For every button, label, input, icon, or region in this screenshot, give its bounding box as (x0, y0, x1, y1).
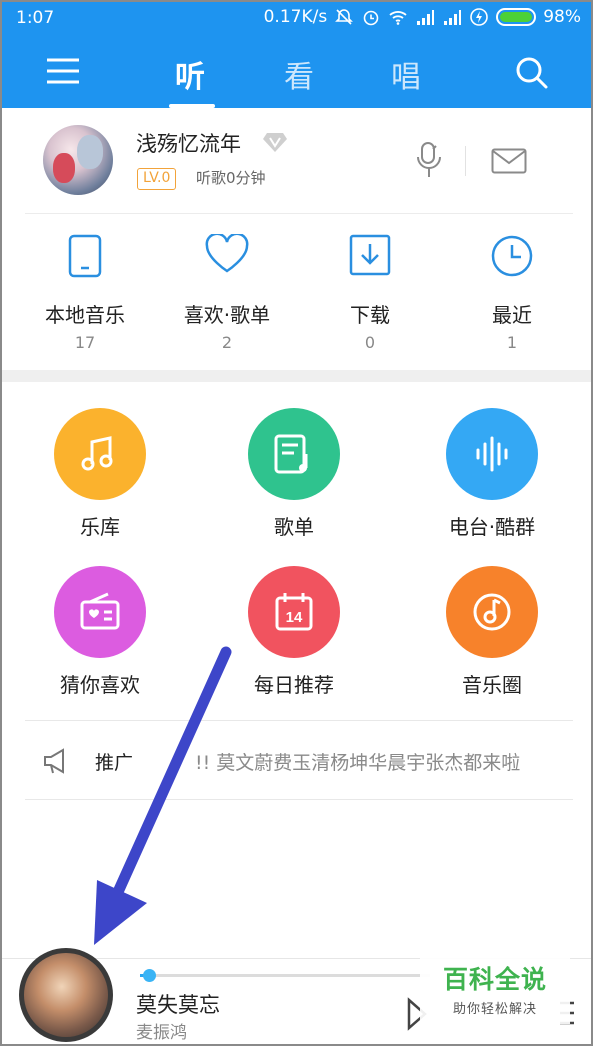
listen-time: 听歌0分钟 (196, 169, 266, 187)
mute-icon (335, 9, 354, 25)
grid-item-label: 每日推荐 (254, 673, 334, 697)
mail-icon[interactable] (491, 148, 527, 174)
quick-item-label: 本地音乐 (45, 303, 125, 327)
tab-watch[interactable]: 看 (284, 52, 314, 96)
battery-icon (496, 8, 537, 26)
quick-item-label: 喜欢·歌单 (183, 303, 271, 327)
avatar[interactable] (43, 125, 113, 195)
profile-section: 浅殇忆流年 LV.0 听歌0分钟 (0, 108, 593, 214)
grid-item-playlists[interactable]: 歌单 (214, 408, 374, 558)
guess-circle (54, 566, 146, 658)
song-artist: 麦振鸿 (136, 1023, 187, 1043)
divider (25, 799, 573, 800)
menu-icon[interactable] (46, 56, 80, 86)
username[interactable]: 浅殇忆流年 (136, 128, 241, 158)
megaphone-icon (44, 748, 64, 774)
watermark-title: 百科全说 (442, 965, 547, 994)
grid-item-label: 音乐圈 (462, 673, 522, 697)
quick-item-label: 最近 (492, 303, 532, 327)
quick-access-row: 本地音乐 17 喜欢·歌单 2 下载 0 最近 1 (0, 214, 593, 370)
library-circle (54, 408, 146, 500)
quick-item-count: 17 (74, 333, 96, 352)
grid-item-music-circle[interactable]: 音乐圈 (412, 566, 572, 716)
watermark-subtitle: 助你轻松解决 (452, 1002, 537, 1017)
divider (465, 146, 466, 176)
download-icon (349, 234, 391, 276)
music-circle-icon (473, 593, 511, 631)
search-icon[interactable] (513, 54, 549, 90)
playlists-circle (248, 408, 340, 500)
charging-icon (470, 8, 489, 26)
music-circle-circle (446, 566, 538, 658)
wifi-icon (389, 11, 407, 25)
signal-icon (417, 10, 435, 25)
grid-item-label: 歌单 (274, 515, 314, 539)
heart-icon (205, 234, 249, 273)
quick-item-count: 2 (221, 333, 233, 352)
battery-percent: 98% (543, 7, 581, 27)
quick-item-label: 下载 (350, 303, 390, 327)
watermark: 百科全说 助你轻松解决 (420, 948, 570, 1024)
daily-circle: 14 (248, 566, 340, 658)
quick-item-local-music[interactable]: 本地音乐 17 (10, 214, 160, 370)
level-badge: LV.0 (137, 168, 177, 190)
progress-bar[interactable] (140, 969, 430, 982)
album-cover[interactable] (19, 948, 113, 1042)
calendar-day: 14 (286, 609, 303, 626)
grid-item-daily-picks[interactable]: 14 每日推荐 (214, 566, 374, 716)
soundwave-icon (476, 436, 508, 472)
grid-item-guess-you-like[interactable]: 猜你喜欢 (20, 566, 180, 716)
tab-sing[interactable]: 唱 (391, 52, 421, 96)
status-icons: 0.17K/s 98% (264, 7, 581, 27)
top-nav-bar: 听 看 唱 (0, 36, 593, 108)
quick-item-recent[interactable]: 最近 1 (437, 214, 587, 370)
progress-knob[interactable] (142, 969, 156, 982)
promo-text: !! 莫文蔚费玉清杨坤华晨宇张杰都来啦 (195, 752, 521, 774)
signal-icon (444, 10, 462, 25)
section-divider (0, 370, 593, 382)
radio-heart-icon (80, 592, 120, 630)
grid-item-label: 乐库 (80, 515, 120, 539)
playlist-icon (274, 434, 308, 474)
diamond-vip-icon[interactable] (262, 131, 288, 153)
radio-circle (446, 408, 538, 500)
alarm-icon (363, 10, 379, 26)
promo-label: 推广 (95, 752, 134, 774)
tab-listen[interactable]: 听 (175, 52, 205, 96)
network-speed: 0.17K/s (263, 7, 328, 27)
status-time: 1:07 (16, 8, 55, 28)
calendar-icon: 14 (275, 593, 313, 631)
quick-item-count: 1 (506, 333, 518, 352)
grid-item-label: 电台·酷群 (448, 515, 536, 539)
song-title[interactable]: 莫失莫忘 (136, 989, 220, 1019)
quick-item-download[interactable]: 下载 0 (295, 214, 445, 370)
promo-banner[interactable]: 推广 !! 莫文蔚费玉清杨坤华晨宇张杰都来啦 (0, 721, 593, 799)
phone-icon (68, 234, 102, 278)
grid-item-label: 猜你喜欢 (60, 673, 140, 697)
clock-icon (491, 235, 533, 277)
status-bar: 1:07 0.17K/s 98% (0, 0, 593, 36)
grid-item-library[interactable]: 乐库 (20, 408, 180, 558)
quick-item-count: 0 (364, 333, 376, 352)
music-note-icon (81, 436, 113, 471)
quick-item-favorites[interactable]: 喜欢·歌单 2 (152, 214, 302, 370)
microphone-icon[interactable] (416, 141, 442, 179)
grid-item-radio[interactable]: 电台·酷群 (412, 408, 572, 558)
